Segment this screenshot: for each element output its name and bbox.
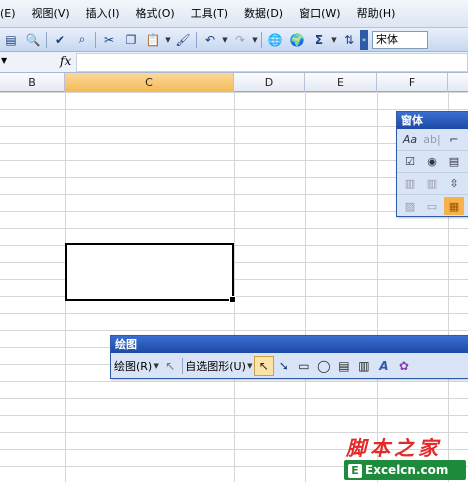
cut-icon[interactable]: ✂	[98, 30, 120, 50]
drawing-toolbar-title[interactable]: 绘图	[111, 336, 468, 353]
autoshapes-menu-button[interactable]: 自选图形(U)	[185, 358, 246, 374]
edit-code-icon[interactable]: ▭	[422, 197, 442, 215]
toolbar-separator	[95, 31, 96, 48]
grid-column-line	[305, 92, 306, 482]
column-headers: B C D E F	[0, 73, 468, 92]
watermark-logo-icon: E	[348, 464, 362, 478]
menu-window[interactable]: 窗口(W)	[291, 3, 348, 25]
web-icon[interactable]: 🌍	[286, 30, 308, 50]
format-painter-icon[interactable]: 🖌	[172, 30, 194, 50]
copy-icon[interactable]: ❐	[120, 30, 142, 50]
column-header-b[interactable]: B	[0, 73, 65, 92]
forms-toolbar-row: ☑ ◉ ▤	[397, 151, 468, 173]
column-header-e[interactable]: E	[305, 73, 377, 92]
autosum-icon[interactable]: Σ	[308, 30, 330, 50]
forms-toolbar-row: Aa ab| ⌐	[397, 129, 468, 151]
research-icon[interactable]: ⌕	[71, 30, 93, 50]
autoshapes-dropdown-icon[interactable]: ▼	[246, 362, 254, 370]
wordart-icon[interactable]: A	[374, 356, 394, 376]
forms-toolbar-row: ▥ ▥ ⇳	[397, 173, 468, 195]
drawing-toolbar-row: 绘图(R) ▼ ↖ 自选图形(U) ▼ ↖ ➘ ▭ ◯ ▤ ▥ A ✿	[111, 353, 468, 378]
rectangle-icon[interactable]: ▭	[294, 356, 314, 376]
menu-help[interactable]: 帮助(H)	[349, 3, 404, 25]
formula-input[interactable]	[76, 53, 468, 72]
menu-insert[interactable]: 插入(I)	[78, 3, 128, 25]
control-properties-icon[interactable]: ▨	[400, 197, 420, 215]
text-box-icon[interactable]: ▤	[334, 356, 354, 376]
menu-view[interactable]: 视图(V)	[24, 3, 78, 25]
selected-cell-range[interactable]	[65, 243, 236, 303]
watermark-site: Excelcn.com	[365, 463, 449, 477]
menu-bar: (E) 视图(V) 插入(I) 格式(O) 工具(T) 数据(D) 窗口(W) …	[0, 0, 468, 28]
undo-icon[interactable]: ↶	[199, 30, 221, 50]
paste-dropdown-icon[interactable]: ▼	[164, 36, 172, 44]
draw-menu-button[interactable]: 绘图(R)	[114, 358, 152, 374]
name-box-dropdown-icon[interactable]: ▼	[1, 56, 7, 65]
grid-column-line	[234, 92, 235, 482]
forms-toolbar-title[interactable]: 窗体	[397, 112, 468, 129]
label-icon[interactable]: Aa	[400, 131, 420, 149]
column-header-f[interactable]: F	[377, 73, 448, 92]
menu-edit[interactable]: (E)	[0, 3, 24, 25]
standard-toolbar: ▤ 🔍 ✔ ⌕ ✂ ❐ 📋 ▼ 🖌 ↶ ▼ ↷ ▼ 🌐 🌍 Σ ▼ ⇅ » 宋体	[0, 28, 468, 52]
forms-toolbar: 窗体 Aa ab| ⌐ ☑ ◉ ▤ ▥ ▥ ⇳ ▨ ▭ ▦	[396, 111, 468, 217]
pointer-cursor-icon[interactable]: ↖	[253, 355, 274, 376]
option-button-icon[interactable]: ◉	[422, 153, 442, 171]
drawing-toolbar: 绘图 绘图(R) ▼ ↖ 自选图形(U) ▼ ↖ ➘ ▭ ◯ ▤ ▥ A ✿	[110, 335, 468, 379]
toolbar-separator	[196, 31, 197, 48]
arrow-icon[interactable]: ➘	[274, 356, 294, 376]
print-icon[interactable]: ▤	[0, 30, 22, 50]
watermark-text: 脚本之家	[346, 436, 442, 460]
scroll-bar-icon[interactable]: ⇳	[444, 175, 464, 193]
hyperlink-icon[interactable]: 🌐	[264, 30, 286, 50]
undo-dropdown-icon[interactable]: ▼	[221, 36, 229, 44]
toggle-grid-icon[interactable]: ▦	[444, 197, 464, 215]
group-box-icon[interactable]: ⌐	[444, 131, 464, 149]
select-objects-icon[interactable]: ↖	[160, 356, 180, 376]
menu-data[interactable]: 数据(D)	[236, 3, 291, 25]
combo-dropdown-icon[interactable]: ▥	[422, 175, 442, 193]
redo-icon[interactable]: ↷	[229, 30, 251, 50]
menu-format[interactable]: 格式(O)	[127, 3, 182, 25]
column-header-d[interactable]: D	[234, 73, 305, 92]
toolbar-separator	[182, 357, 184, 374]
print-preview-icon[interactable]: 🔍	[22, 30, 44, 50]
forms-toolbar-row: ▨ ▭ ▦	[397, 195, 468, 217]
edit-box-icon[interactable]: ab|	[422, 131, 442, 149]
toolbar-options-icon[interactable]: »	[360, 29, 368, 50]
oval-icon[interactable]: ◯	[314, 356, 334, 376]
insert-function-icon[interactable]: fx	[60, 54, 71, 68]
autosum-dropdown-icon[interactable]: ▼	[330, 36, 338, 44]
menu-tools[interactable]: 工具(T)	[183, 3, 236, 25]
diagram-icon[interactable]: ✿	[394, 356, 414, 376]
redo-dropdown-icon[interactable]: ▼	[251, 36, 259, 44]
checkbox-icon[interactable]: ☑	[400, 153, 420, 171]
toolbar-separator	[261, 31, 262, 48]
excel-window: (E) 视图(V) 插入(I) 格式(O) 工具(T) 数据(D) 窗口(W) …	[0, 0, 468, 482]
sort-ascending-icon[interactable]: ⇅	[338, 30, 360, 50]
formula-bar: ▼ fx	[0, 52, 468, 73]
draw-menu-dropdown-icon[interactable]: ▼	[152, 362, 160, 370]
paste-icon[interactable]: 📋	[142, 30, 164, 50]
watermark-badge: E Excelcn.com	[344, 460, 466, 480]
font-name-field[interactable]: 宋体	[372, 30, 428, 49]
spelling-icon[interactable]: ✔	[49, 30, 71, 50]
grid-column-line	[377, 92, 378, 482]
vertical-text-box-icon[interactable]: ▥	[354, 356, 374, 376]
combo-list-icon[interactable]: ▥	[400, 175, 420, 193]
column-header-c[interactable]: C	[65, 73, 234, 92]
list-box-icon[interactable]: ▤	[444, 153, 464, 171]
toolbar-separator	[46, 31, 47, 48]
